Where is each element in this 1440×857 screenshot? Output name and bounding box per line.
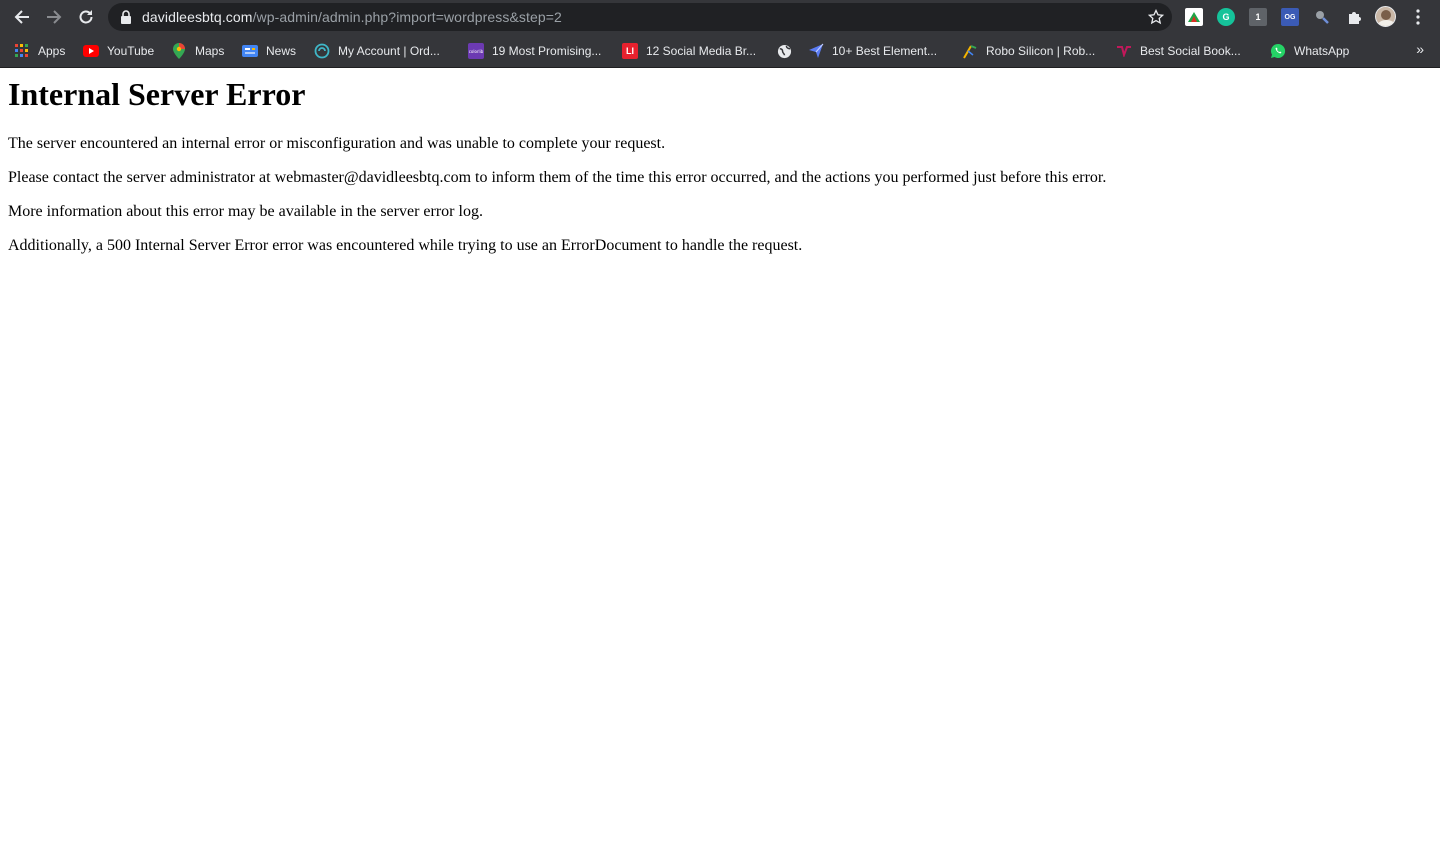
bookmark-label: 19 Most Promising... [492,44,602,58]
error-document-paragraph: Additionally, a 500 Internal Server Erro… [8,237,803,254]
bookmark-social-media[interactable]: LI 12 Social Media Br... [622,41,756,61]
og-letters: OG [1284,13,1296,21]
puzzle-icon[interactable] [1345,8,1363,26]
reload-icon [79,10,93,24]
bookmark-label: WhatsApp [1294,44,1350,58]
bookmark-news[interactable]: News [242,41,296,61]
bookmark-elementor[interactable]: 10+ Best Element... [808,41,937,61]
bookmark-globe[interactable] [776,41,800,61]
bookmark-label: 12 Social Media Br... [646,44,757,58]
colorlib-badge: colorlib [468,48,484,54]
li-icon: LI [622,43,638,59]
reload-button[interactable] [74,5,98,29]
youtube-icon [83,43,99,59]
bookmark-star-icon[interactable] [1148,9,1164,25]
bookmark-maps[interactable]: Maps [171,41,224,61]
bookmark-label: Apps [38,44,66,58]
bookmark-label: 10+ Best Element... [832,44,938,58]
news-icon [242,43,258,59]
bookmark-apps[interactable]: Apps [14,41,65,61]
error-message-paragraph: The server encountered an internal error… [8,135,666,152]
bookmark-label: Robo Silicon | Rob... [986,44,1096,58]
apps-grid-icon [14,43,30,59]
bookmark-whatsapp[interactable]: WhatsApp [1270,41,1349,61]
og-icon[interactable]: OG [1281,8,1299,26]
bookmark-colorlib[interactable]: colorlib 19 Most Promising... [468,41,601,61]
grammarly-icon[interactable]: G [1217,8,1235,26]
whatsapp-icon [1270,43,1286,59]
onetab-number: 1 [1255,12,1261,22]
more-bookmarks-chevron-icon[interactable]: » [1416,41,1424,57]
bookmark-label: YouTube [107,44,155,58]
kebab-menu-icon[interactable] [1410,8,1426,26]
forward-button[interactable] [42,5,66,29]
bookmark-label: Best Social Book... [1140,44,1241,58]
url-path: /wp-admin/admin.php?import=wordpress&ste… [252,9,562,25]
send-icon [808,43,824,59]
bookmark-youtube[interactable]: YouTube [83,41,154,61]
robo-icon [962,43,978,59]
lock-icon [121,10,131,24]
avatar[interactable] [1375,6,1396,27]
bookmarks-bar: Apps YouTube Maps News My Account | Ord.… [0,34,1440,68]
bookmark-my-account[interactable]: My Account | Ord... [314,41,440,61]
adblock-icon[interactable] [1185,8,1203,26]
page-title: Internal Server Error [8,76,306,112]
bookmark-site-icon [1116,43,1132,59]
back-button[interactable] [10,5,34,29]
error-log-paragraph: More information about this error may be… [8,203,483,220]
onetab-icon[interactable]: 1 [1249,8,1267,26]
bookmark-robo-silicon[interactable]: Robo Silicon | Rob... [962,41,1095,61]
li-badge: LI [626,46,634,56]
colorlib-icon: colorlib [468,43,484,59]
bookmark-label: News [266,44,297,58]
contact-admin-paragraph: Please contact the server administrator … [8,169,1107,186]
grammarly-letter: G [1222,12,1230,22]
bookmark-social-book[interactable]: Best Social Book... [1116,41,1241,61]
url-text[interactable]: davidleesbtq.com/wp-admin/admin.php?impo… [142,3,562,31]
globe-icon [776,43,792,59]
bookmark-label: Maps [195,44,225,58]
bookmark-label: My Account | Ord... [338,44,440,58]
maps-pin-icon [171,43,187,59]
search-extension-icon[interactable] [1313,8,1331,26]
url-host: davidleesbtq.com [142,9,253,25]
address-bar[interactable]: davidleesbtq.com/wp-admin/admin.php?impo… [108,3,1172,31]
arrow-right-icon [47,10,62,24]
page-content: Internal Server Error The server encount… [8,68,1432,255]
browser-toolbar: davidleesbtq.com/wp-admin/admin.php?impo… [0,0,1440,34]
account-icon [314,43,330,59]
arrow-left-icon [14,10,29,24]
